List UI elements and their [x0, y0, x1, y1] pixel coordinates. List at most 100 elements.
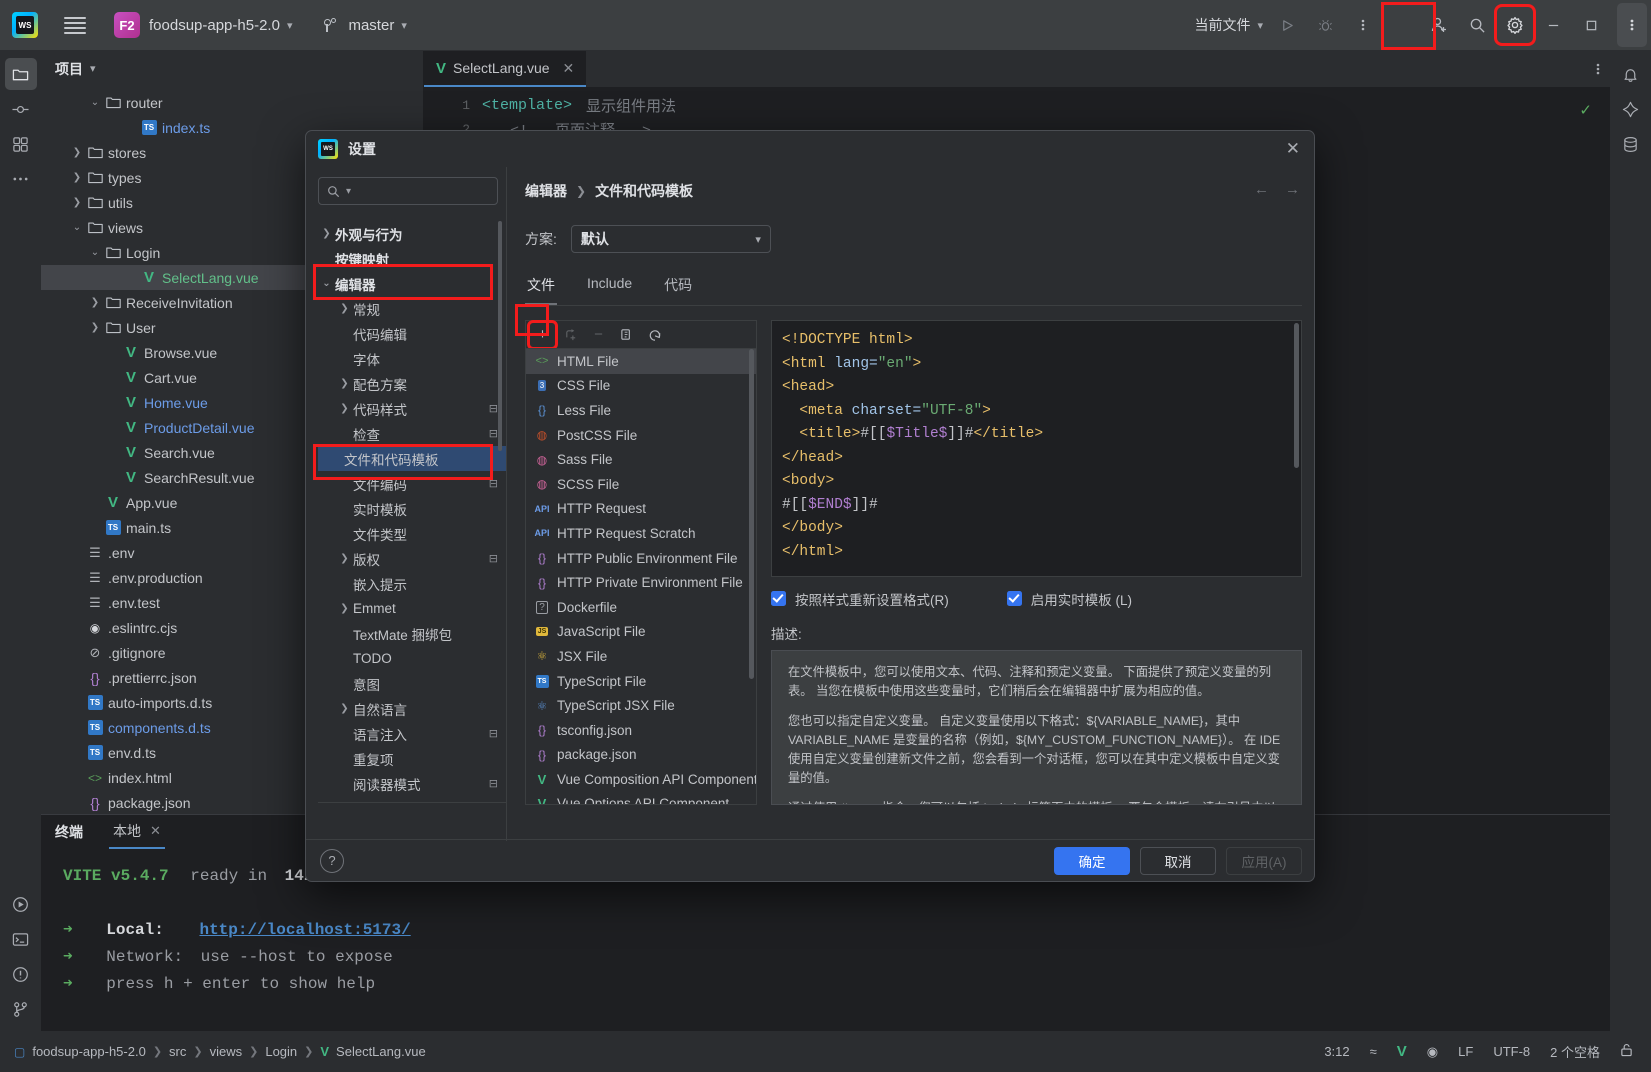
copy-icon[interactable] — [614, 323, 639, 347]
close-icon[interactable]: ✕ — [563, 60, 575, 77]
settings-nav-item[interactable]: ❯文件和代码模板 — [318, 446, 506, 471]
livetemplate-checkbox[interactable] — [1006, 591, 1022, 607]
settings-nav-item[interactable]: ⌄ 编辑器 — [318, 271, 506, 296]
settings-nav-item[interactable]: ❯代码编辑 — [318, 321, 506, 346]
line-separator[interactable]: LF — [1458, 1044, 1473, 1059]
run-icon[interactable] — [1269, 7, 1305, 43]
forward-arrow-icon[interactable]: → — [1285, 181, 1300, 198]
debug-icon[interactable] — [1307, 7, 1343, 43]
run-config-selector[interactable]: 当前文件 ▾ — [1190, 15, 1267, 35]
database-icon[interactable] — [1615, 128, 1647, 160]
remove-icon[interactable]: − — [586, 323, 611, 347]
cancel-button[interactable]: 取消 — [1140, 846, 1216, 875]
editor-tab-selectlang[interactable]: V SelectLang.vue ✕ — [424, 51, 587, 87]
add-user-icon[interactable] — [1421, 7, 1457, 43]
tilde-icon[interactable]: ≈ — [1370, 1044, 1377, 1059]
search-chevron-down-icon[interactable]: ▾ — [346, 186, 351, 197]
vue-icon[interactable]: V — [1397, 1044, 1407, 1059]
search-icon[interactable] — [1459, 7, 1495, 43]
close-icon[interactable]: ✕ — [150, 823, 161, 839]
chevron-right-icon[interactable]: ❯ — [336, 303, 353, 314]
terminal-tab-local[interactable]: 本地 ✕ — [109, 815, 165, 849]
minimize-icon[interactable] — [1535, 7, 1571, 43]
chevron-right-icon[interactable]: ❯ — [69, 197, 85, 208]
ai-assistant-icon[interactable] — [1615, 93, 1647, 125]
version-control-icon[interactable] — [5, 993, 37, 1025]
template-list-item[interactable]: API HTTP Request Scratch — [526, 521, 756, 546]
settings-nav-item[interactable]: ❯语言注入⊟ — [318, 721, 506, 746]
template-list-item[interactable]: {} tsconfig.json — [526, 718, 756, 743]
settings-nav-item[interactable]: ❯ 代码样式 ⊟ — [318, 396, 506, 421]
chevron-right-icon[interactable]: ❯ — [336, 403, 353, 414]
lock-icon[interactable] — [1620, 1043, 1633, 1060]
local-url-link[interactable]: http://localhost:5173/ — [199, 921, 410, 939]
scope-copy-icon[interactable]: ⊟ — [489, 777, 498, 790]
settings-tab-文件[interactable]: 文件 — [525, 275, 557, 305]
chevron-down-icon[interactable]: ⌄ — [318, 278, 335, 289]
template-list[interactable]: <> HTML File 3 CSS File {} Less File ◍ PostCSS … — [525, 348, 757, 805]
settings-nav-item[interactable]: ❯按键映射 — [318, 246, 506, 271]
template-list-item[interactable]: ◍ SCSS File — [526, 472, 756, 497]
template-list-item[interactable]: V Vue Options API Component — [526, 792, 756, 804]
template-list-item[interactable]: API HTTP Request — [526, 497, 756, 522]
project-panel-chevron-down-icon[interactable]: ▾ — [90, 62, 96, 75]
caret-position[interactable]: 3:12 — [1324, 1044, 1349, 1059]
breadcrumb-item[interactable]: src — [169, 1044, 186, 1059]
preview-scrollbar[interactable] — [1294, 323, 1299, 468]
template-list-item[interactable]: 3 CSS File — [526, 374, 756, 399]
breadcrumb-item[interactable]: SelectLang.vue — [336, 1044, 426, 1059]
branch-chevron-down-icon[interactable]: ▾ — [401, 19, 407, 32]
template-list-item[interactable]: ◍ PostCSS File — [526, 423, 756, 448]
scope-copy-icon[interactable]: ⊟ — [489, 727, 498, 740]
breadcrumb-item[interactable]: 编辑器 — [525, 181, 567, 201]
scheme-select[interactable]: 默认 ▾ — [570, 225, 771, 253]
chevron-right-icon[interactable]: ❯ — [336, 603, 353, 614]
settings-nav-item[interactable]: ❯TextMate 捆绑包 — [318, 621, 506, 646]
problems-icon[interactable] — [5, 958, 37, 990]
settings-nav-item[interactable]: ❯意图 — [318, 671, 506, 696]
terminal-icon[interactable] — [5, 923, 37, 955]
help-icon[interactable]: ? — [320, 848, 344, 873]
structure-icon[interactable] — [5, 128, 37, 160]
ok-button[interactable]: 确定 — [1054, 846, 1130, 875]
template-list-item[interactable]: {} package.json — [526, 743, 756, 768]
template-list-item[interactable]: V Vue Composition API Component — [526, 767, 756, 792]
chevron-right-icon[interactable]: ❯ — [69, 147, 85, 158]
settings-tab-代码[interactable]: 代码 — [662, 275, 694, 305]
reset-icon[interactable] — [642, 323, 667, 347]
more-icon[interactable] — [1345, 7, 1381, 43]
settings-nav-item[interactable]: ❯检查⊟ — [318, 421, 506, 446]
template-list-item[interactable]: <> HTML File — [526, 349, 756, 374]
chevron-right-icon[interactable]: ❯ — [336, 703, 353, 714]
project-view-icon[interactable] — [4, 58, 37, 90]
indent-setting[interactable]: 2 个空格 — [1550, 1042, 1600, 1061]
project-chevron-down-icon[interactable]: ▾ — [287, 19, 293, 32]
project-name-label[interactable]: foodsup-app-h5-2.0 — [149, 17, 280, 34]
breadcrumb-item[interactable]: Login — [265, 1044, 297, 1059]
settings-nav-scrollbar[interactable] — [498, 221, 502, 451]
template-list-item[interactable]: ⚛ TypeScript JSX File — [526, 693, 756, 718]
template-list-item[interactable]: TS TypeScript File — [526, 669, 756, 694]
branch-name-label[interactable]: master — [348, 17, 394, 34]
settings-nav-item[interactable]: ❯ Emmet — [318, 596, 506, 621]
chevron-down-icon[interactable]: ⌄ — [87, 247, 103, 258]
hamburger-icon[interactable] — [64, 14, 86, 37]
inspection-ok-icon[interactable]: ✓ — [1579, 101, 1592, 119]
breadcrumb-item[interactable]: foodsup-app-h5-2.0 — [32, 1044, 145, 1059]
template-list-item[interactable]: {} HTTP Private Environment File — [526, 570, 756, 595]
template-list-item[interactable]: {} HTTP Public Environment File — [526, 546, 756, 571]
chevron-down-icon[interactable]: ⌄ — [69, 222, 85, 233]
chevron-right-icon[interactable]: ❯ — [336, 553, 353, 564]
eslint-icon[interactable]: ◉ — [1427, 1044, 1438, 1060]
settings-nav-item[interactable]: ❯文件类型 — [318, 521, 506, 546]
file-encoding[interactable]: UTF-8 — [1493, 1044, 1530, 1059]
settings-nav-item[interactable]: ❯ 版权 ⊟ — [318, 546, 506, 571]
settings-nav-item[interactable]: ❯重复项 — [318, 746, 506, 771]
maximize-icon[interactable] — [1573, 7, 1609, 43]
chevron-down-icon[interactable]: ⌄ — [87, 97, 103, 108]
more-tool-windows-icon[interactable] — [5, 163, 37, 195]
template-list-scrollbar[interactable] — [749, 349, 754, 679]
breadcrumb-item[interactable]: views — [210, 1044, 243, 1059]
settings-gear-icon[interactable] — [1494, 4, 1536, 46]
editor-options-kebab-icon[interactable] — [1596, 61, 1610, 77]
